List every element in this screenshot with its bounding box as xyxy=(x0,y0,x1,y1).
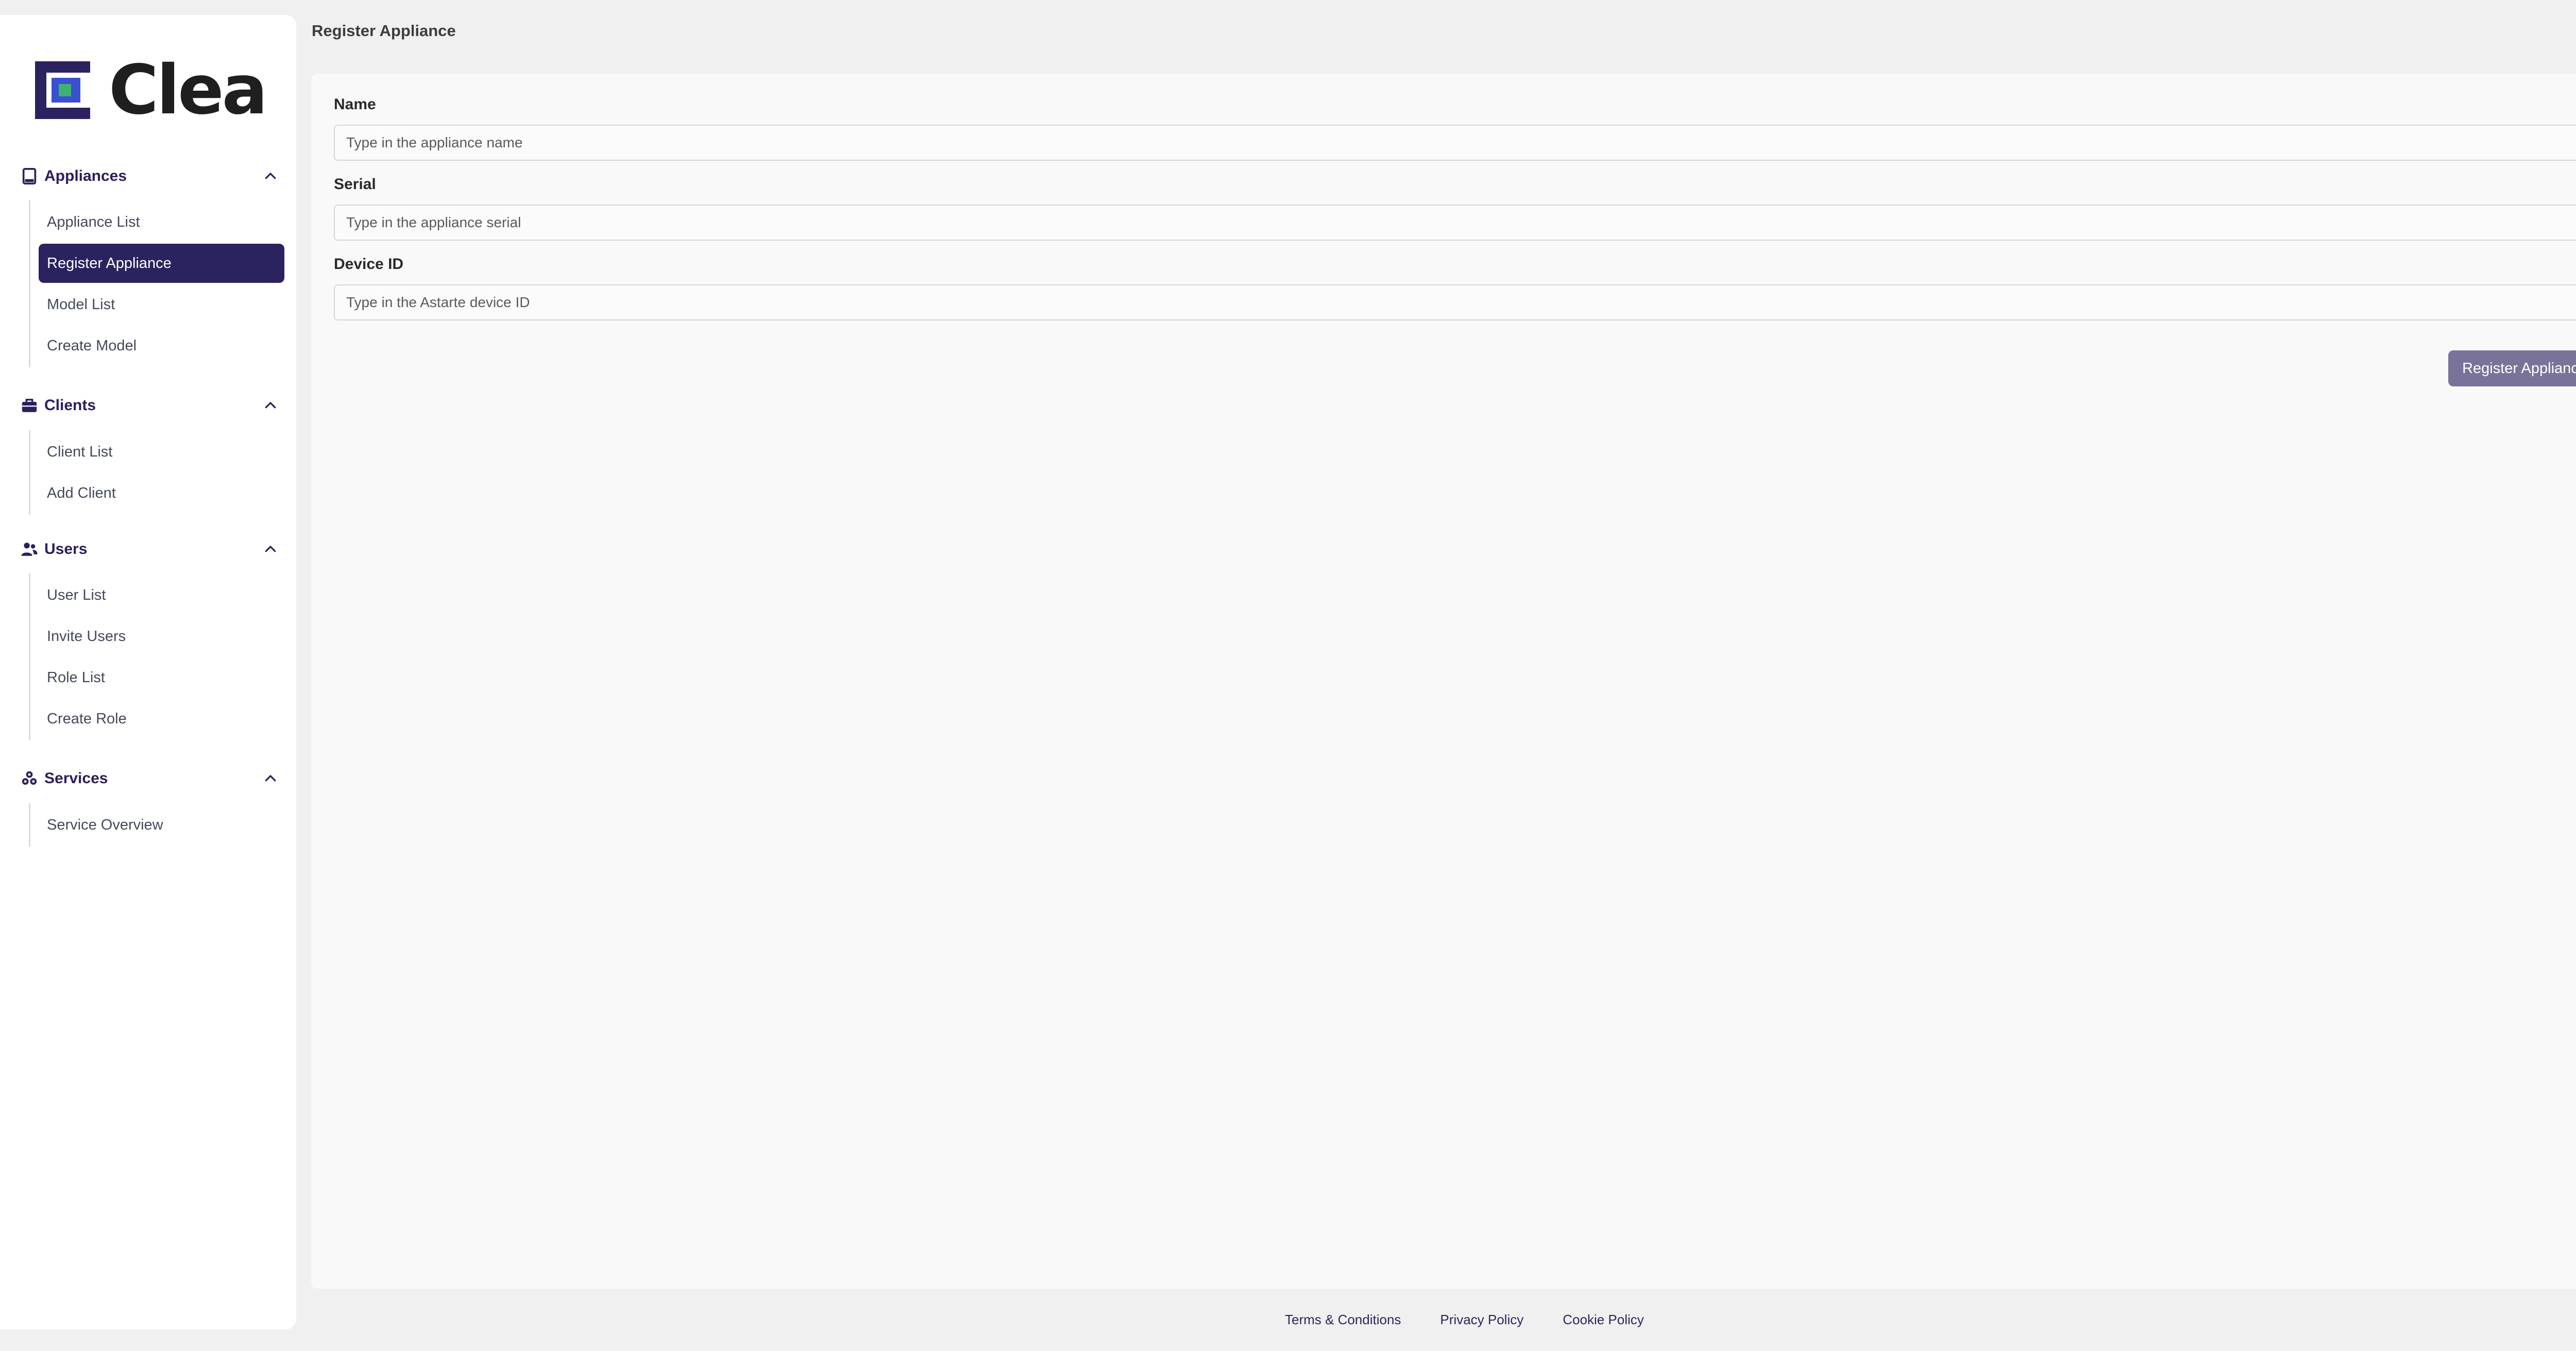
clients-submenu: Client List Add Client xyxy=(29,430,284,515)
briefcase-icon xyxy=(22,398,37,412)
sidebar: Clea Appliances Appliance List Register … xyxy=(0,15,296,1329)
clea-logo[interactable]: Clea xyxy=(35,49,268,131)
sidebar-item-user-list[interactable]: User List xyxy=(39,576,284,615)
appliances-submenu: Appliance List Register Appliance Model … xyxy=(29,200,284,367)
section-label-clients: Clients xyxy=(44,397,96,414)
footer: Terms & Conditions Privacy Policy Cookie… xyxy=(1285,1312,1644,1328)
clea-logo-mark-icon xyxy=(35,61,90,119)
section-appliances[interactable]: Appliances xyxy=(21,158,278,194)
sidebar-item-appliance-list[interactable]: Appliance List xyxy=(39,202,284,242)
name-label: Name xyxy=(334,96,376,113)
name-input[interactable] xyxy=(334,125,2576,161)
privacy-policy-link[interactable]: Privacy Policy xyxy=(1440,1312,1523,1328)
sidebar-item-model-list[interactable]: Model List xyxy=(39,285,284,324)
terms-link[interactable]: Terms & Conditions xyxy=(1285,1312,1401,1328)
chevron-up-icon[interactable] xyxy=(263,398,278,413)
sidebar-item-create-model[interactable]: Create Model xyxy=(39,326,284,365)
section-users[interactable]: Users xyxy=(21,531,278,567)
sidebar-item-role-list[interactable]: Role List xyxy=(39,658,284,697)
chevron-up-icon[interactable] xyxy=(263,771,278,786)
logo-text: Clea xyxy=(109,50,268,130)
section-label-users: Users xyxy=(44,541,88,558)
device-id-input[interactable] xyxy=(334,284,2576,320)
register-appliance-button[interactable]: Register Appliance xyxy=(2448,350,2576,386)
services-icon xyxy=(22,771,37,785)
sidebar-item-client-list[interactable]: Client List xyxy=(39,432,284,471)
sidebar-item-create-role[interactable]: Create Role xyxy=(39,699,284,738)
users-icon xyxy=(21,543,38,556)
sidebar-item-service-overview[interactable]: Service Overview xyxy=(39,805,284,845)
chevron-up-icon[interactable] xyxy=(263,168,278,184)
cookie-policy-link[interactable]: Cookie Policy xyxy=(1563,1312,1644,1328)
serial-input[interactable] xyxy=(334,205,2576,241)
page-title: Register Appliance xyxy=(312,22,456,40)
section-clients[interactable]: Clients xyxy=(21,387,278,424)
tablet-icon xyxy=(22,167,37,185)
section-label-appliances: Appliances xyxy=(44,167,127,184)
sidebar-item-register-appliance[interactable]: Register Appliance xyxy=(39,244,284,283)
sidebar-item-invite-users[interactable]: Invite Users xyxy=(39,617,284,656)
section-label-services: Services xyxy=(44,770,108,787)
sidebar-item-add-client[interactable]: Add Client xyxy=(39,474,284,513)
register-appliance-form: Name Serial Device ID Register Appliance xyxy=(311,74,2576,1289)
services-submenu: Service Overview xyxy=(29,803,284,847)
serial-label: Serial xyxy=(334,176,376,193)
device-id-label: Device ID xyxy=(334,256,404,273)
chevron-up-icon[interactable] xyxy=(263,542,278,557)
section-services[interactable]: Services xyxy=(21,761,278,797)
users-submenu: User List Invite Users Role List Create … xyxy=(29,573,284,740)
